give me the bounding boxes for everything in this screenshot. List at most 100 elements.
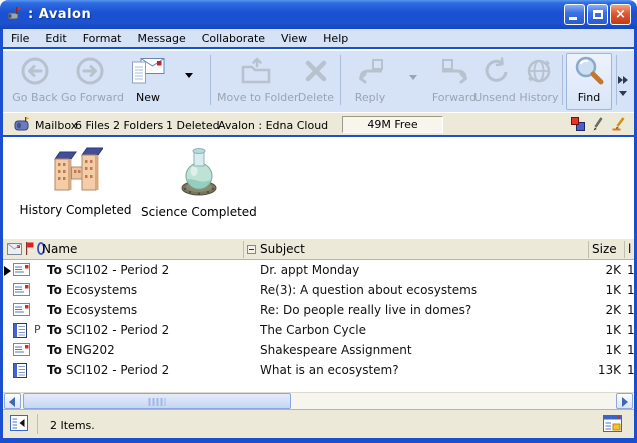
deleted-count: 1 Deleted	[166, 119, 220, 132]
column-divider[interactable]	[624, 241, 625, 258]
horizontal-scrollbar[interactable]	[3, 392, 634, 409]
column-divider[interactable]	[243, 241, 244, 258]
size-text: 1K	[578, 343, 621, 357]
window-title: : Avalon	[28, 7, 91, 22]
to-label: To	[47, 363, 62, 377]
unsend-icon	[481, 57, 509, 85]
items-count-text: 2 Items.	[50, 419, 95, 432]
free-space-text: 49M Free	[367, 118, 417, 131]
list-item[interactable]: To Ecosystems Re: Do people really live …	[3, 300, 634, 320]
thumb-grip-icon	[149, 398, 166, 406]
list-item[interactable]: To Ecosystems Re(3): A question about ec…	[3, 280, 634, 300]
window-border	[0, 438, 637, 443]
go-back-icon	[20, 56, 50, 86]
new-button[interactable]: New	[123, 53, 173, 109]
history-icon	[525, 57, 553, 85]
move-to-folder-button[interactable]: Move to Folder	[217, 53, 295, 109]
menu-edit[interactable]: Edit	[37, 32, 74, 45]
delete-icon	[303, 58, 329, 84]
toolbar: Go Back Go Forward New	[3, 51, 634, 112]
scroll-left-button[interactable]	[4, 393, 21, 409]
statusbar-separator	[37, 414, 38, 434]
to-label: To	[47, 283, 62, 297]
science-completed-item[interactable]: Science Completed	[141, 147, 256, 219]
flag-column-icon[interactable]	[25, 242, 34, 255]
maximize-icon	[593, 10, 603, 19]
size-text: 2K	[578, 303, 621, 317]
go-back-button[interactable]: Go Back	[9, 53, 61, 109]
status-bar: 2 Items.	[3, 409, 634, 438]
message-icon	[13, 283, 30, 296]
subject-text: Shakespeare Assignment	[260, 343, 412, 357]
menu-bar: File Edit Format Message Collaborate Vie…	[3, 29, 634, 49]
menu-collaborate[interactable]: Collaborate	[194, 32, 273, 45]
close-icon: ×	[615, 7, 626, 22]
avalon-window: : Avalon × File Edit Format Message Coll…	[0, 0, 637, 443]
pencil-icon[interactable]	[592, 116, 604, 131]
scroll-right-button[interactable]	[616, 393, 633, 409]
subject-text: What is an ecosystem?	[260, 363, 399, 377]
arrow-right-icon	[622, 397, 628, 407]
history-button[interactable]: History	[517, 53, 561, 109]
envelope-column-icon[interactable]	[7, 243, 22, 255]
toolbar-overflow-button[interactable]	[615, 69, 631, 96]
recipient-name: SCI102 - Period 2	[66, 363, 169, 377]
menu-help[interactable]: Help	[315, 32, 356, 45]
column-header-truncated: l	[628, 242, 631, 256]
reply-dropdown-arrow-icon[interactable]	[409, 75, 417, 80]
maximize-button[interactable]	[587, 4, 608, 25]
flag-label: P	[34, 323, 41, 336]
delete-button[interactable]: Delete	[295, 53, 337, 109]
subject-text: Dr. appt Monday	[260, 263, 359, 277]
desktop-icon-label: History Completed	[18, 203, 133, 217]
unsend-button[interactable]: Unsend	[473, 53, 517, 109]
move-to-folder-icon	[240, 57, 272, 85]
column-header-subject[interactable]: Subject	[260, 242, 305, 256]
toolbar-separator	[340, 55, 341, 105]
signature-pencil-icon[interactable]	[611, 116, 626, 131]
to-label: To	[47, 263, 62, 277]
folders-count: 2 Folders	[113, 119, 163, 132]
scrollbar-thumb[interactable]	[23, 393, 291, 409]
menu-file[interactable]: File	[3, 32, 37, 45]
message-list: To SCI102 - Period 2 Dr. appt Monday 2K …	[3, 260, 634, 392]
to-label: To	[47, 323, 62, 337]
menu-format[interactable]: Format	[75, 32, 130, 45]
to-label: To	[47, 343, 62, 357]
titlebar[interactable]: : Avalon ×	[0, 0, 637, 29]
split-view-icon[interactable]	[603, 415, 622, 432]
collapse-subject-icon[interactable]	[247, 245, 256, 254]
find-button[interactable]: Find	[566, 53, 612, 109]
list-item[interactable]: To ENG202 Shakespeare Assignment 1K 1	[3, 340, 634, 360]
find-icon	[573, 55, 605, 87]
free-space-gauge: 49M Free	[342, 116, 443, 133]
toolbar-separator	[562, 55, 563, 105]
arrow-left-icon	[9, 397, 15, 407]
toggle-sidebar-icon[interactable]	[10, 415, 28, 431]
list-item[interactable]: P To SCI102 - Period 2 The Carbon Cycle …	[3, 320, 634, 340]
column-divider[interactable]	[588, 241, 589, 258]
new-dropdown-arrow-icon[interactable]	[185, 73, 193, 78]
minimize-button[interactable]	[564, 4, 585, 25]
menu-view[interactable]: View	[273, 32, 315, 45]
mailbox-title: Mailbox	[35, 119, 77, 132]
go-forward-button[interactable]: Go Forward	[61, 53, 119, 109]
history-completed-item[interactable]: History Completed	[18, 147, 133, 217]
message-icon	[13, 263, 30, 276]
list-item[interactable]: To SCI102 - Period 2 What is an ecosyste…	[3, 360, 634, 380]
recipient-name: Ecosystems	[66, 283, 137, 297]
minimize-icon	[569, 17, 577, 20]
account-name: Avalon : Edna Cloud	[218, 119, 328, 132]
column-header-name[interactable]: Name	[42, 242, 77, 256]
chevron-right-icon	[623, 76, 628, 84]
close-button[interactable]: ×	[610, 4, 631, 25]
subject-text: Re(3): A question about ecosystems	[260, 283, 477, 297]
completed-items-panel: History Completed Science Completed	[3, 139, 634, 239]
subject-text: Re: Do people really live in domes?	[260, 303, 471, 317]
reply-button[interactable]: Reply	[347, 53, 393, 109]
menu-message[interactable]: Message	[130, 32, 194, 45]
column-header-size[interactable]: Size	[592, 242, 617, 256]
list-item[interactable]: To SCI102 - Period 2 Dr. appt Monday 2K …	[3, 260, 634, 280]
selection-arrow-icon	[4, 266, 11, 276]
layered-squares-icon[interactable]	[571, 117, 585, 131]
